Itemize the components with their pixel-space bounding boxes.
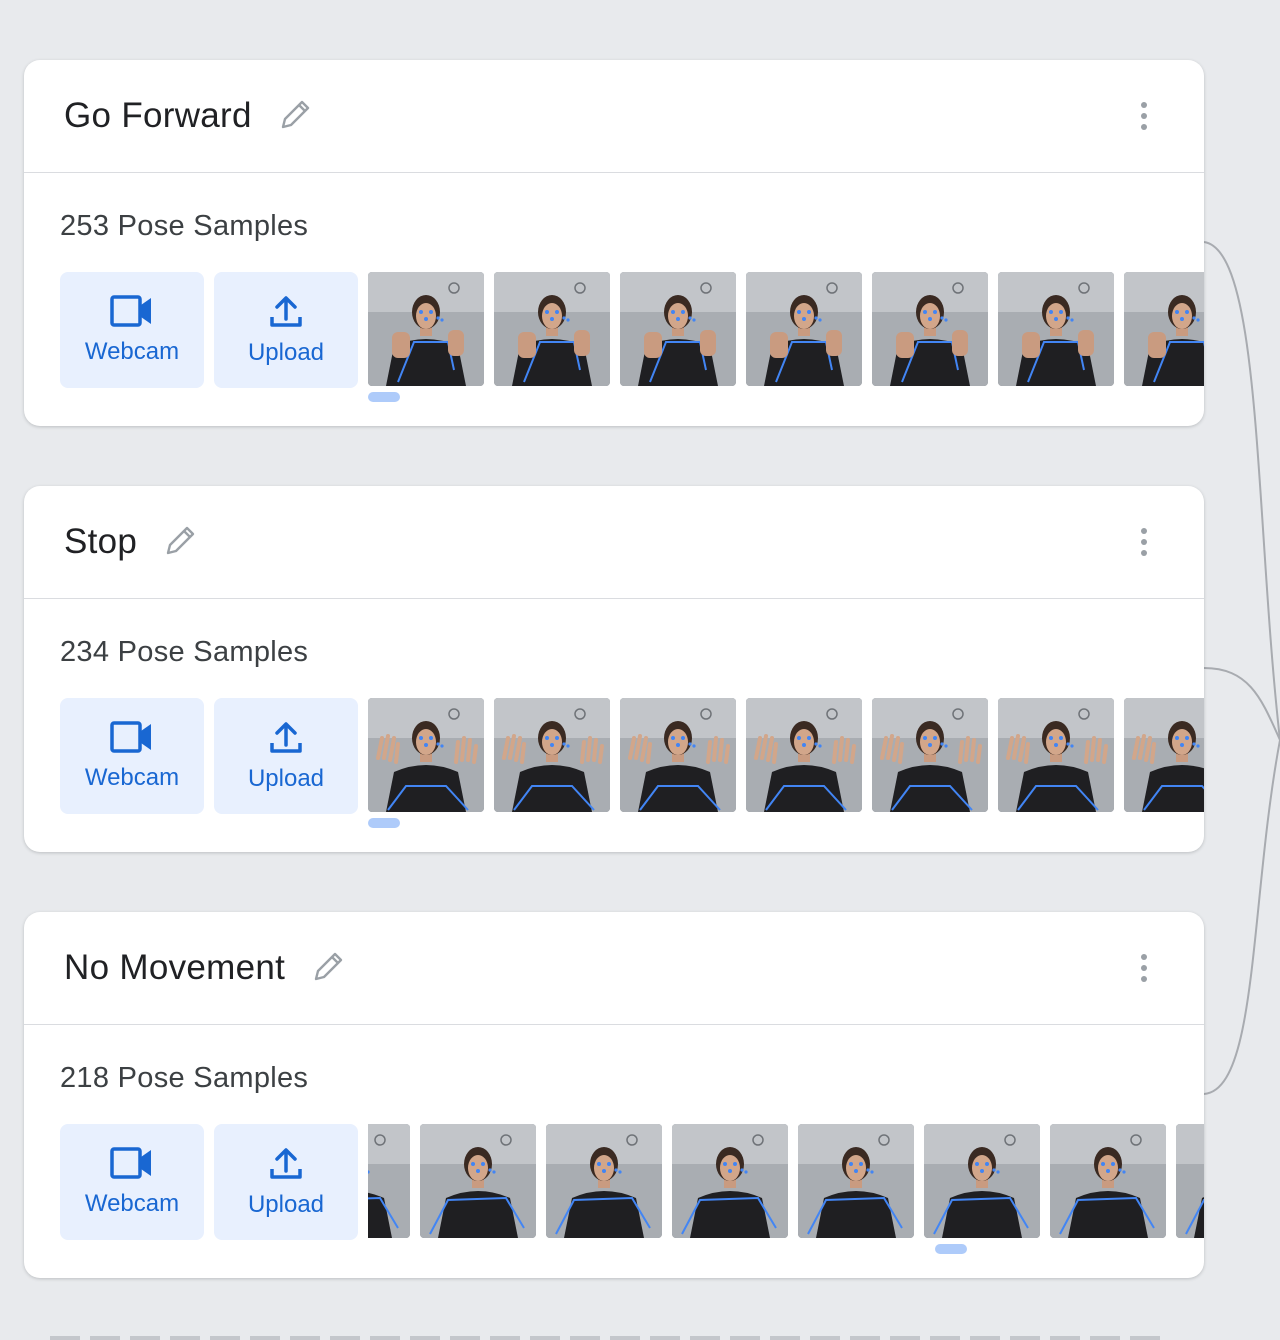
pose-sample-thumbnail[interactable] <box>746 272 862 386</box>
upload-label: Upload <box>247 765 325 792</box>
thumbnail-scroll-indicator[interactable] <box>935 1244 967 1254</box>
videocam-icon <box>110 721 151 753</box>
sample-input-tools: Webcam Upload <box>60 1124 358 1240</box>
pose-sample-thumbnail[interactable] <box>924 1124 1040 1238</box>
webcam-label: Webcam <box>84 764 180 791</box>
videocam-icon <box>110 1147 151 1179</box>
pose-sample-thumbnail[interactable] <box>368 272 484 386</box>
pose-sample-thumbnail[interactable] <box>420 1124 536 1238</box>
upload-icon <box>270 1148 302 1179</box>
pencil-icon <box>167 526 195 555</box>
more-vert-icon <box>1141 954 1147 960</box>
more-options-button[interactable] <box>1130 98 1158 134</box>
pose-sample-thumbnail[interactable] <box>998 272 1114 386</box>
upload-icon <box>270 722 302 753</box>
next-section-divider <box>50 1336 1170 1340</box>
pose-sample-thumbnail[interactable] <box>872 272 988 386</box>
edit-class-name-button[interactable] <box>159 522 199 562</box>
upload-button[interactable]: Upload <box>214 272 358 388</box>
edit-class-name-button[interactable] <box>307 948 347 988</box>
edit-class-name-button[interactable] <box>274 96 314 136</box>
pose-sample-thumbnail[interactable] <box>546 1124 662 1238</box>
class-card-3: No Movement 218 Pose Samples Webcam Uplo… <box>24 912 1204 1278</box>
more-options-button[interactable] <box>1130 950 1158 986</box>
sample-thumbnail-strip[interactable] <box>368 272 1204 388</box>
thumbnail-scroll-indicator[interactable] <box>368 392 400 402</box>
upload-label: Upload <box>247 1191 325 1218</box>
webcam-button[interactable]: Webcam <box>60 698 204 814</box>
pose-sample-thumbnail[interactable] <box>672 1124 788 1238</box>
pose-samples-count: 234 Pose Samples <box>60 636 309 668</box>
more-options-button[interactable] <box>1130 524 1158 560</box>
webcam-label: Webcam <box>84 338 180 365</box>
pose-sample-thumbnail[interactable] <box>1050 1124 1166 1238</box>
sample-input-tools: Webcam Upload <box>60 272 358 388</box>
pose-sample-thumbnail[interactable] <box>872 698 988 812</box>
upload-button[interactable]: Upload <box>214 1124 358 1240</box>
sample-thumbnail-strip[interactable] <box>368 1124 1204 1240</box>
thumbnail-scroll-indicator[interactable] <box>368 818 400 828</box>
class-name: Go Forward <box>64 96 252 135</box>
sample-thumbnail-strip[interactable] <box>368 698 1204 814</box>
pose-samples-count: 218 Pose Samples <box>60 1062 309 1094</box>
sample-input-tools: Webcam Upload <box>60 698 358 814</box>
pose-sample-thumbnail[interactable] <box>1124 698 1204 812</box>
webcam-button[interactable]: Webcam <box>60 1124 204 1240</box>
class-name: No Movement <box>64 948 286 987</box>
pose-samples-count: 253 Pose Samples <box>60 210 309 242</box>
pose-sample-thumbnail[interactable] <box>620 698 736 812</box>
class-name: Stop <box>64 522 138 561</box>
pose-sample-thumbnail[interactable] <box>620 272 736 386</box>
pencil-icon <box>314 952 343 981</box>
class-card-header: Go Forward <box>24 60 1204 173</box>
upload-button[interactable]: Upload <box>214 698 358 814</box>
webcam-label: Webcam <box>84 1190 180 1217</box>
class-card-header: Stop <box>24 486 1204 599</box>
upload-icon <box>270 296 302 327</box>
class-card-header: No Movement <box>24 912 1204 1025</box>
pose-sample-thumbnail[interactable] <box>998 698 1114 812</box>
pose-sample-thumbnail[interactable] <box>368 698 484 812</box>
pencil-icon <box>281 100 309 129</box>
webcam-button[interactable]: Webcam <box>60 272 204 388</box>
pose-sample-thumbnail[interactable] <box>1124 272 1204 386</box>
more-vert-icon <box>1141 102 1147 108</box>
class-card-2: Stop 234 Pose Samples Webcam Upload <box>24 486 1204 852</box>
more-vert-icon <box>1141 528 1147 534</box>
pose-sample-thumbnail[interactable] <box>368 1124 410 1238</box>
class-card-1: Go Forward 253 Pose Samples Webcam Uploa… <box>24 60 1204 426</box>
pose-sample-thumbnail[interactable] <box>494 698 610 812</box>
videocam-icon <box>110 295 151 327</box>
upload-label: Upload <box>247 339 325 366</box>
pose-sample-thumbnail[interactable] <box>746 698 862 812</box>
pose-sample-thumbnail[interactable] <box>494 272 610 386</box>
pose-sample-thumbnail[interactable] <box>798 1124 914 1238</box>
pose-sample-thumbnail[interactable] <box>1176 1124 1204 1238</box>
